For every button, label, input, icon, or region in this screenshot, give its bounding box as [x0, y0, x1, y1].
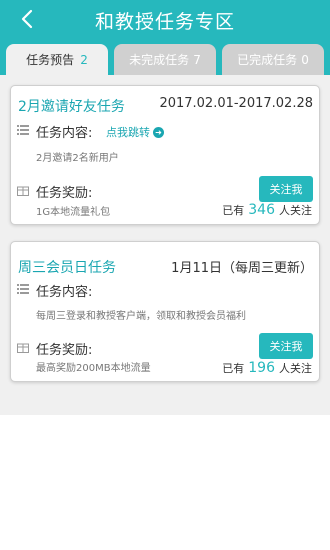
- arrow-right-circle-icon: ➜: [153, 126, 164, 138]
- follow-button[interactable]: 关注我: [259, 333, 313, 359]
- list-icon: [17, 125, 29, 135]
- tab-incomplete-tasks[interactable]: 未完成任务 7: [114, 44, 216, 75]
- chevron-left-icon: [21, 9, 33, 29]
- tab-bar: 任务预告 2 未完成任务 7 已完成任务 0: [0, 40, 330, 75]
- tab-count: 0: [301, 52, 309, 67]
- task-card: 2月邀请好友任务 2017.02.01-2017.02.28 任务内容: 点我跳…: [10, 85, 320, 225]
- task-date: 1月11日（每周三更新）: [171, 261, 313, 276]
- followers-prefix: 已有: [222, 204, 245, 217]
- tab-label: 已完成任务: [237, 53, 298, 67]
- tab-task-preview[interactable]: 任务预告 2: [6, 44, 108, 75]
- tab-label: 未完成任务: [129, 53, 190, 67]
- task-reward-label: 任务奖励:: [36, 343, 93, 358]
- list-icon: [17, 284, 29, 294]
- task-content-label: 任务内容:: [36, 126, 93, 141]
- task-card: 周三会员日任务 1月11日（每周三更新） 任务内容: 每周三登录和教授客户端，领…: [10, 241, 320, 382]
- task-reward-desc: 最高奖励200MB本地流量: [36, 363, 151, 374]
- follow-button[interactable]: 关注我: [259, 176, 313, 202]
- task-content-label: 任务内容:: [36, 285, 93, 300]
- task-title: 2月邀请好友任务: [18, 99, 125, 115]
- tab-completed-tasks[interactable]: 已完成任务 0: [222, 44, 324, 75]
- task-reward-label: 任务奖励:: [36, 186, 93, 201]
- tab-count: 2: [80, 52, 88, 67]
- task-content-desc: 2月邀请2名新用户: [36, 153, 119, 164]
- jump-label: 点我跳转: [106, 126, 150, 139]
- tab-count: 7: [193, 52, 201, 67]
- page-title: 和教授任务专区: [94, 10, 235, 33]
- followers-number: 196: [248, 360, 275, 376]
- back-button[interactable]: [18, 7, 38, 31]
- followers-prefix: 已有: [222, 362, 245, 375]
- task-content-desc: 每周三登录和教授客户端，领取和教授会员福利: [36, 311, 246, 322]
- task-list: 2月邀请好友任务 2017.02.01-2017.02.28 任务内容: 点我跳…: [0, 75, 330, 415]
- followers-count: 已有 346 人关注: [222, 202, 312, 218]
- gift-icon: [17, 343, 29, 353]
- task-reward-desc: 1G本地流量礼包: [36, 207, 111, 218]
- tab-label: 任务预告: [26, 53, 75, 67]
- gift-icon: [17, 186, 29, 196]
- task-title: 周三会员日任务: [18, 260, 116, 276]
- followers-count: 已有 196 人关注: [222, 360, 312, 376]
- followers-number: 346: [248, 202, 275, 218]
- followers-suffix: 人关注: [279, 362, 312, 375]
- app-header: 和教授任务专区: [0, 0, 330, 40]
- followers-suffix: 人关注: [279, 204, 312, 217]
- jump-link[interactable]: 点我跳转 ➜: [106, 124, 164, 140]
- task-date: 2017.02.01-2017.02.28: [159, 96, 313, 111]
